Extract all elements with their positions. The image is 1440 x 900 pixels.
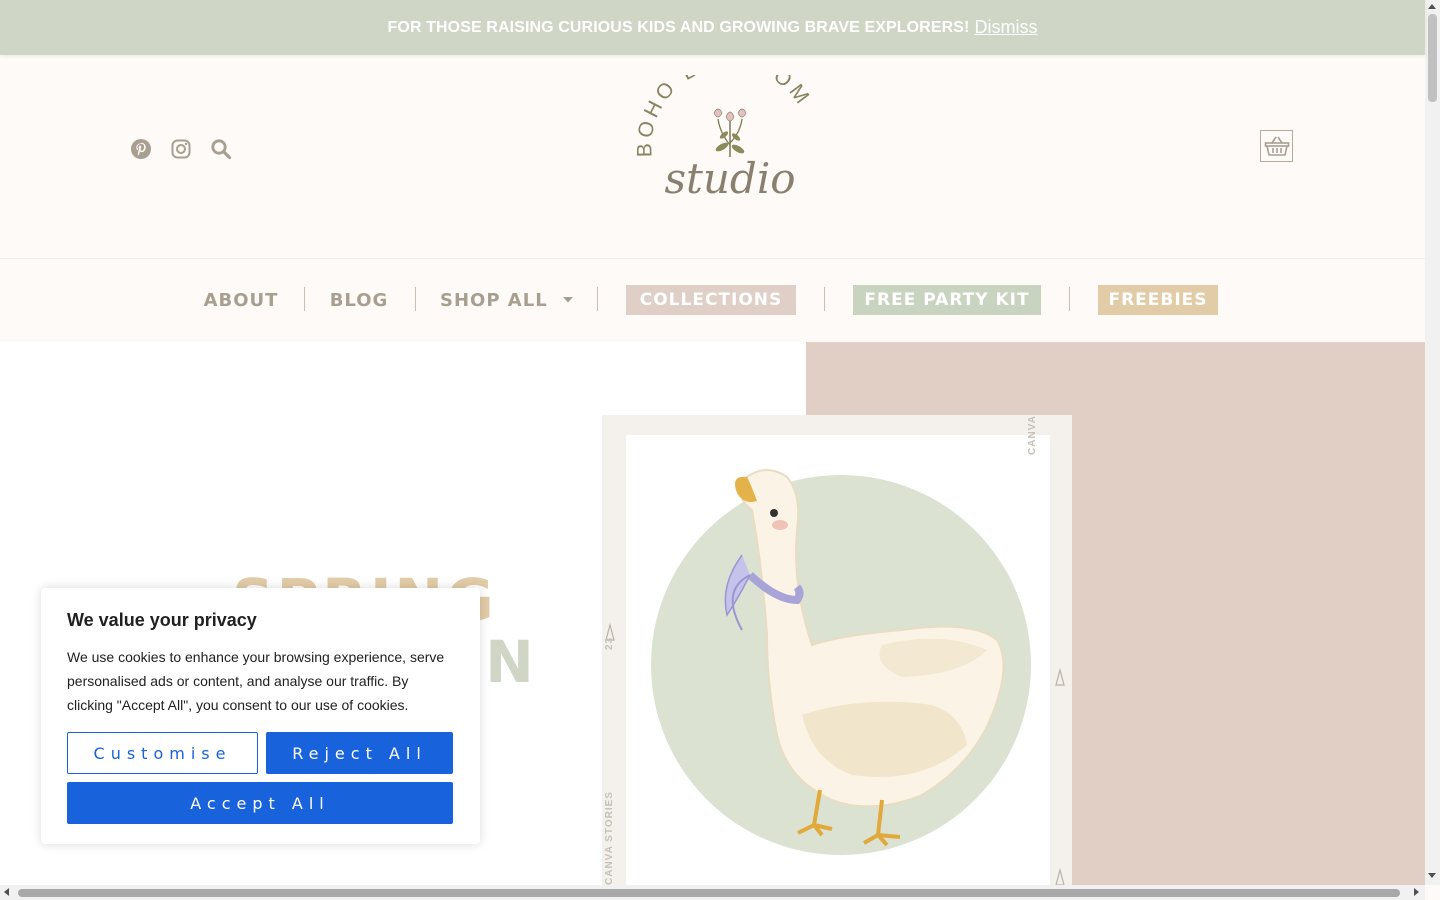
scroll-down-icon[interactable] — [1428, 873, 1436, 878]
vertical-scrollbar[interactable] — [1425, 0, 1440, 885]
logo-script-text: studio — [664, 154, 795, 203]
cart-button[interactable] — [1260, 130, 1293, 162]
boho-blossom-logo[interactable]: BOHO BLOSSOM studio — [630, 49, 830, 205]
nav-separator — [1069, 287, 1070, 311]
goose-illustration — [605, 469, 1065, 885]
nav-separator — [304, 287, 305, 311]
scroll-right-icon[interactable] — [1414, 888, 1419, 896]
pinterest-icon[interactable] — [129, 137, 153, 161]
flower-icon — [713, 108, 747, 157]
nav-separator — [415, 287, 416, 311]
dismiss-link[interactable]: Dismiss — [974, 17, 1037, 38]
nav-collections[interactable]: COLLECTIONS — [626, 285, 796, 315]
nav-shop-all-label: SHOP ALL — [440, 289, 548, 311]
instagram-icon[interactable] — [169, 137, 193, 161]
frame-side-text-right: CANVA STORIES — [1027, 415, 1038, 455]
horizontal-scrollbar[interactable] — [0, 885, 1425, 900]
nav-about[interactable]: ABOUT — [200, 285, 282, 315]
product-image-frame[interactable]: CANVA STORIES 23 CANVA STORIES — [602, 415, 1072, 885]
nav-freebies[interactable]: FREEBIES — [1098, 285, 1218, 315]
nav-free-party-kit[interactable]: FREE PARTY KIT — [853, 285, 1041, 315]
cookie-description: We use cookies to enhance your browsing … — [67, 649, 445, 713]
horizontal-scroll-thumb[interactable] — [18, 889, 1400, 897]
basket-icon — [1264, 136, 1289, 156]
accept-all-button[interactable]: Accept All — [67, 782, 453, 824]
cookie-consent-banner: We value your privacy We use cookies to … — [41, 588, 480, 844]
customise-button[interactable]: Customise — [67, 732, 258, 774]
search-icon[interactable] — [209, 137, 233, 161]
chevron-down-icon — [562, 297, 573, 303]
nav-blog[interactable]: BLOG — [326, 285, 392, 315]
nav-shop-all[interactable]: SHOP ALL — [440, 285, 574, 315]
announcement-text: FOR THOSE RAISING CURIOUS KIDS AND GROWI… — [387, 18, 970, 36]
scroll-up-icon[interactable] — [1428, 4, 1436, 9]
nav-separator — [824, 287, 825, 311]
frame-side-text-left: CANVA STORIES — [604, 791, 615, 885]
frame-side-text-number: 23 — [604, 636, 615, 650]
scroll-left-icon[interactable] — [4, 888, 9, 896]
reject-all-button[interactable]: Reject All — [266, 732, 453, 774]
nav-separator — [597, 287, 598, 311]
vertical-scroll-thumb[interactable] — [1428, 14, 1437, 102]
cookie-title: We value your privacy — [67, 610, 257, 630]
announcement-bar: FOR THOSE RAISING CURIOUS KIDS AND GROWI… — [0, 0, 1425, 55]
